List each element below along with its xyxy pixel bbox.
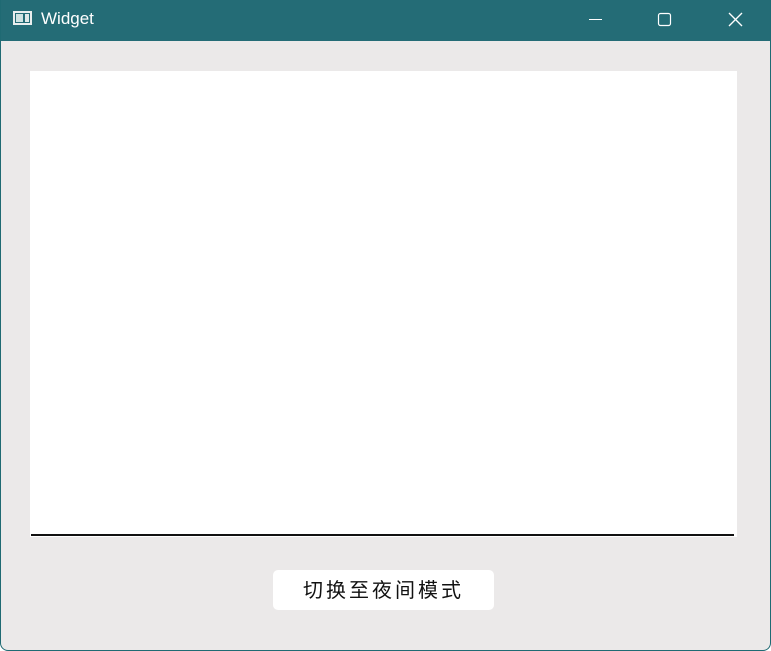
close-button[interactable] [712, 0, 758, 41]
drawing-canvas[interactable] [30, 71, 737, 537]
close-icon [728, 12, 743, 27]
title-bar[interactable]: Widget [1, 0, 770, 41]
canvas-baseline [31, 534, 734, 536]
window-title: Widget [41, 9, 94, 28]
minimize-icon [589, 19, 602, 20]
minimize-button[interactable] [572, 0, 618, 41]
app-window: Widget 切换至夜间模式 [0, 0, 771, 651]
night-mode-toggle-button[interactable]: 切换至夜间模式 [273, 570, 494, 610]
maximize-icon [657, 12, 672, 27]
app-window-icon [13, 11, 32, 25]
maximize-button[interactable] [641, 0, 687, 41]
